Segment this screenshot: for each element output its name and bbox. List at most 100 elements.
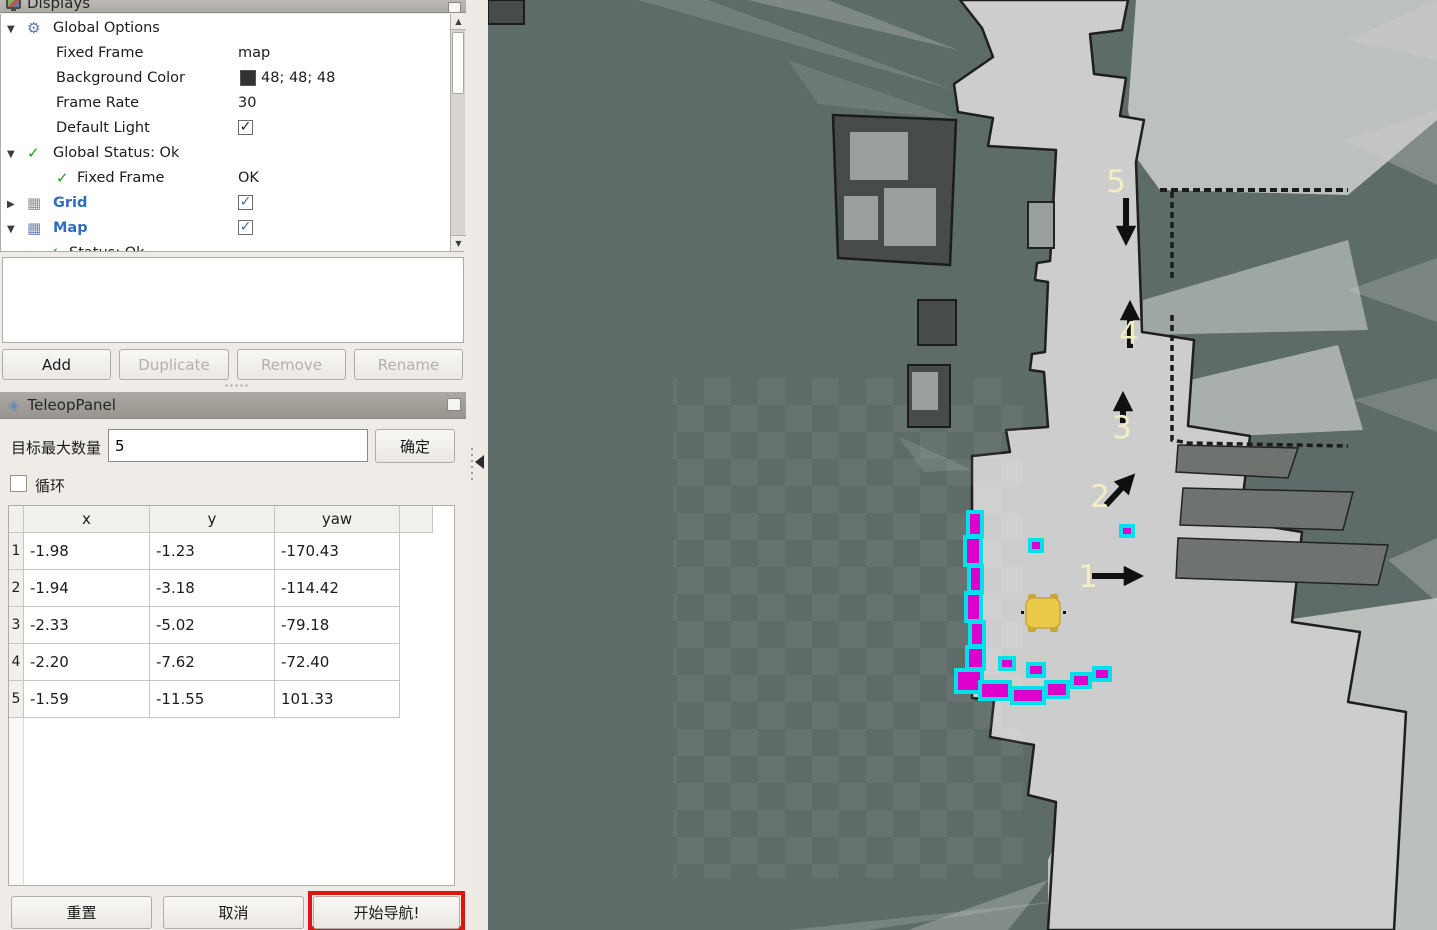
- tree-row-fixed-frame[interactable]: Fixed Frame map: [1, 42, 433, 67]
- robot-dot: [1063, 611, 1066, 614]
- displays-scrollbar[interactable]: ▲ ▼: [450, 14, 465, 251]
- tree-label: Global Status: Ok: [53, 145, 179, 161]
- cell-y[interactable]: -1.23: [150, 533, 275, 570]
- waypoint-label: 3: [1112, 410, 1132, 446]
- displays-tree[interactable]: ▼⚙Global Options Fixed Frame map Background…: [0, 14, 464, 252]
- cell-yaw[interactable]: -79.18: [275, 607, 400, 644]
- obstacle-cell: [1121, 526, 1133, 536]
- cell-x[interactable]: -1.59: [24, 681, 150, 718]
- waypoint-label: 2: [1090, 479, 1110, 515]
- check-icon: ✓: [47, 244, 60, 252]
- tree-row-fixed-frame[interactable]: ✓Fixed FrameOK: [1, 167, 433, 192]
- rename-button[interactable]: Rename: [354, 349, 463, 380]
- collapse-triangle-icon[interactable]: ▼: [7, 224, 15, 235]
- tree-row-map[interactable]: ▼ ▦ Map ✓: [1, 217, 433, 242]
- cell-yaw[interactable]: -72.40: [275, 644, 400, 681]
- displays-float-button[interactable]: [448, 2, 461, 13]
- cell-y[interactable]: -11.55: [150, 681, 275, 718]
- map-viewport[interactable]: 54321: [488, 0, 1437, 930]
- cell-yaw[interactable]: -170.43: [275, 533, 400, 570]
- tree-row-grid[interactable]: ▶▦Grid✓: [1, 192, 433, 217]
- teleop-titlebar[interactable]: ◈ TeleopPanel: [0, 392, 466, 419]
- expand-triangle-icon[interactable]: ▶: [27, 249, 35, 252]
- remove-button[interactable]: Remove: [237, 349, 346, 380]
- tree-label: Global Options: [53, 20, 160, 36]
- splitter-handle-dots[interactable]: [224, 384, 250, 387]
- row-number[interactable]: 5: [9, 681, 24, 718]
- tree-checkbox[interactable]: ✓: [238, 220, 253, 235]
- tree-value[interactable]: map: [238, 45, 270, 61]
- collapse-triangle-icon[interactable]: ▼: [7, 149, 15, 160]
- cell-yaw[interactable]: -114.42: [275, 570, 400, 607]
- tree-row-default-light[interactable]: Default Light✓: [1, 117, 433, 142]
- scroll-up-icon[interactable]: ▲: [451, 14, 466, 30]
- cell-y[interactable]: -3.18: [150, 570, 275, 607]
- tree-value[interactable]: OK: [238, 170, 259, 186]
- displays-titlebar[interactable]: Displays: [0, 0, 466, 13]
- row-number[interactable]: 4: [9, 644, 24, 681]
- robot-body: [1026, 598, 1060, 628]
- column-header-yaw[interactable]: yaw: [275, 506, 400, 533]
- cell-x[interactable]: -2.33: [24, 607, 150, 644]
- tree-label: Fixed Frame: [56, 45, 143, 61]
- tree-value[interactable]: 30: [238, 95, 256, 111]
- obstacle-cell: [965, 537, 981, 565]
- row-number[interactable]: 3: [9, 607, 24, 644]
- cell-y[interactable]: -5.02: [150, 607, 275, 644]
- check-icon: ✓: [27, 144, 40, 162]
- cell-y[interactable]: -7.62: [150, 644, 275, 681]
- loop-label: 循环: [35, 475, 65, 496]
- start-navigation-button[interactable]: 开始导航!: [313, 896, 460, 929]
- obstacle-cell: [969, 566, 982, 592]
- tree-checkbox[interactable]: ✓: [238, 120, 253, 135]
- waypoint-table[interactable]: xyyaw 1-1.98-1.23-170.43 2-1.94-3.18-114.4…: [8, 505, 455, 886]
- loop-checkbox[interactable]: [10, 475, 27, 492]
- table-corner-cell: [9, 506, 24, 533]
- tree-value[interactable]: 48; 48; 48: [261, 70, 335, 86]
- reset-button[interactable]: 重置: [11, 896, 152, 929]
- tree-row-background-color[interactable]: Background Color 48; 48; 48: [1, 67, 433, 92]
- tree-label: Grid: [53, 195, 87, 211]
- panel-splitter[interactable]: [466, 0, 488, 930]
- displays-icon: [6, 0, 21, 9]
- teleop-float-button[interactable]: [447, 398, 461, 411]
- obstacle-cell: [1046, 682, 1068, 697]
- waypoint-label: 5: [1106, 164, 1126, 200]
- cancel-button[interactable]: 取消: [163, 896, 304, 929]
- tree-checkbox[interactable]: ✓: [238, 195, 253, 210]
- splitter-dots: [470, 446, 474, 482]
- collapse-triangle-icon[interactable]: ▼: [7, 24, 15, 35]
- robot-dot: [1021, 611, 1024, 614]
- tree-label: Map: [53, 220, 88, 236]
- collapse-arrow-icon[interactable]: [475, 455, 484, 469]
- tree-label: Background Color: [56, 70, 185, 86]
- goal-count-input[interactable]: [108, 429, 368, 462]
- row-number[interactable]: 2: [9, 570, 24, 607]
- obstacle-cell: [1000, 658, 1014, 669]
- obstacle-cell: [1012, 688, 1044, 703]
- cell-yaw[interactable]: 101.33: [275, 681, 400, 718]
- row-number-strip: [9, 718, 24, 885]
- duplicate-button[interactable]: Duplicate: [119, 349, 229, 380]
- expand-triangle-icon[interactable]: ▶: [7, 199, 15, 210]
- table-header-filler: [400, 506, 433, 533]
- confirm-button[interactable]: 确定: [375, 429, 455, 463]
- obstacle-cell: [966, 593, 981, 621]
- tree-row-global-status-ok[interactable]: ▼ ✓ Global Status: Ok: [1, 142, 433, 167]
- left-dock-panel: Displays ▼⚙Global Options Fixed Frame map B…: [0, 0, 466, 930]
- cell-x[interactable]: -2.20: [24, 644, 150, 681]
- tree-row-status-ok[interactable]: ▶ ✓ Status: Ok: [1, 242, 433, 252]
- scroll-down-icon[interactable]: ▼: [451, 235, 466, 251]
- map-icon: ▦: [27, 219, 41, 237]
- tree-row-global-options[interactable]: ▼⚙Global Options: [1, 17, 433, 42]
- cell-x[interactable]: -1.94: [24, 570, 150, 607]
- tree-label: Status: Ok: [69, 245, 145, 252]
- cell-x[interactable]: -1.98: [24, 533, 150, 570]
- scrollbar-thumb[interactable]: [452, 32, 464, 94]
- column-header-x[interactable]: x: [24, 506, 150, 533]
- tree-row-frame-rate[interactable]: Frame Rate30: [1, 92, 433, 117]
- column-header-y[interactable]: y: [150, 506, 275, 533]
- color-swatch[interactable]: [240, 70, 256, 86]
- add-button[interactable]: Add: [2, 349, 111, 380]
- row-number[interactable]: 1: [9, 533, 24, 570]
